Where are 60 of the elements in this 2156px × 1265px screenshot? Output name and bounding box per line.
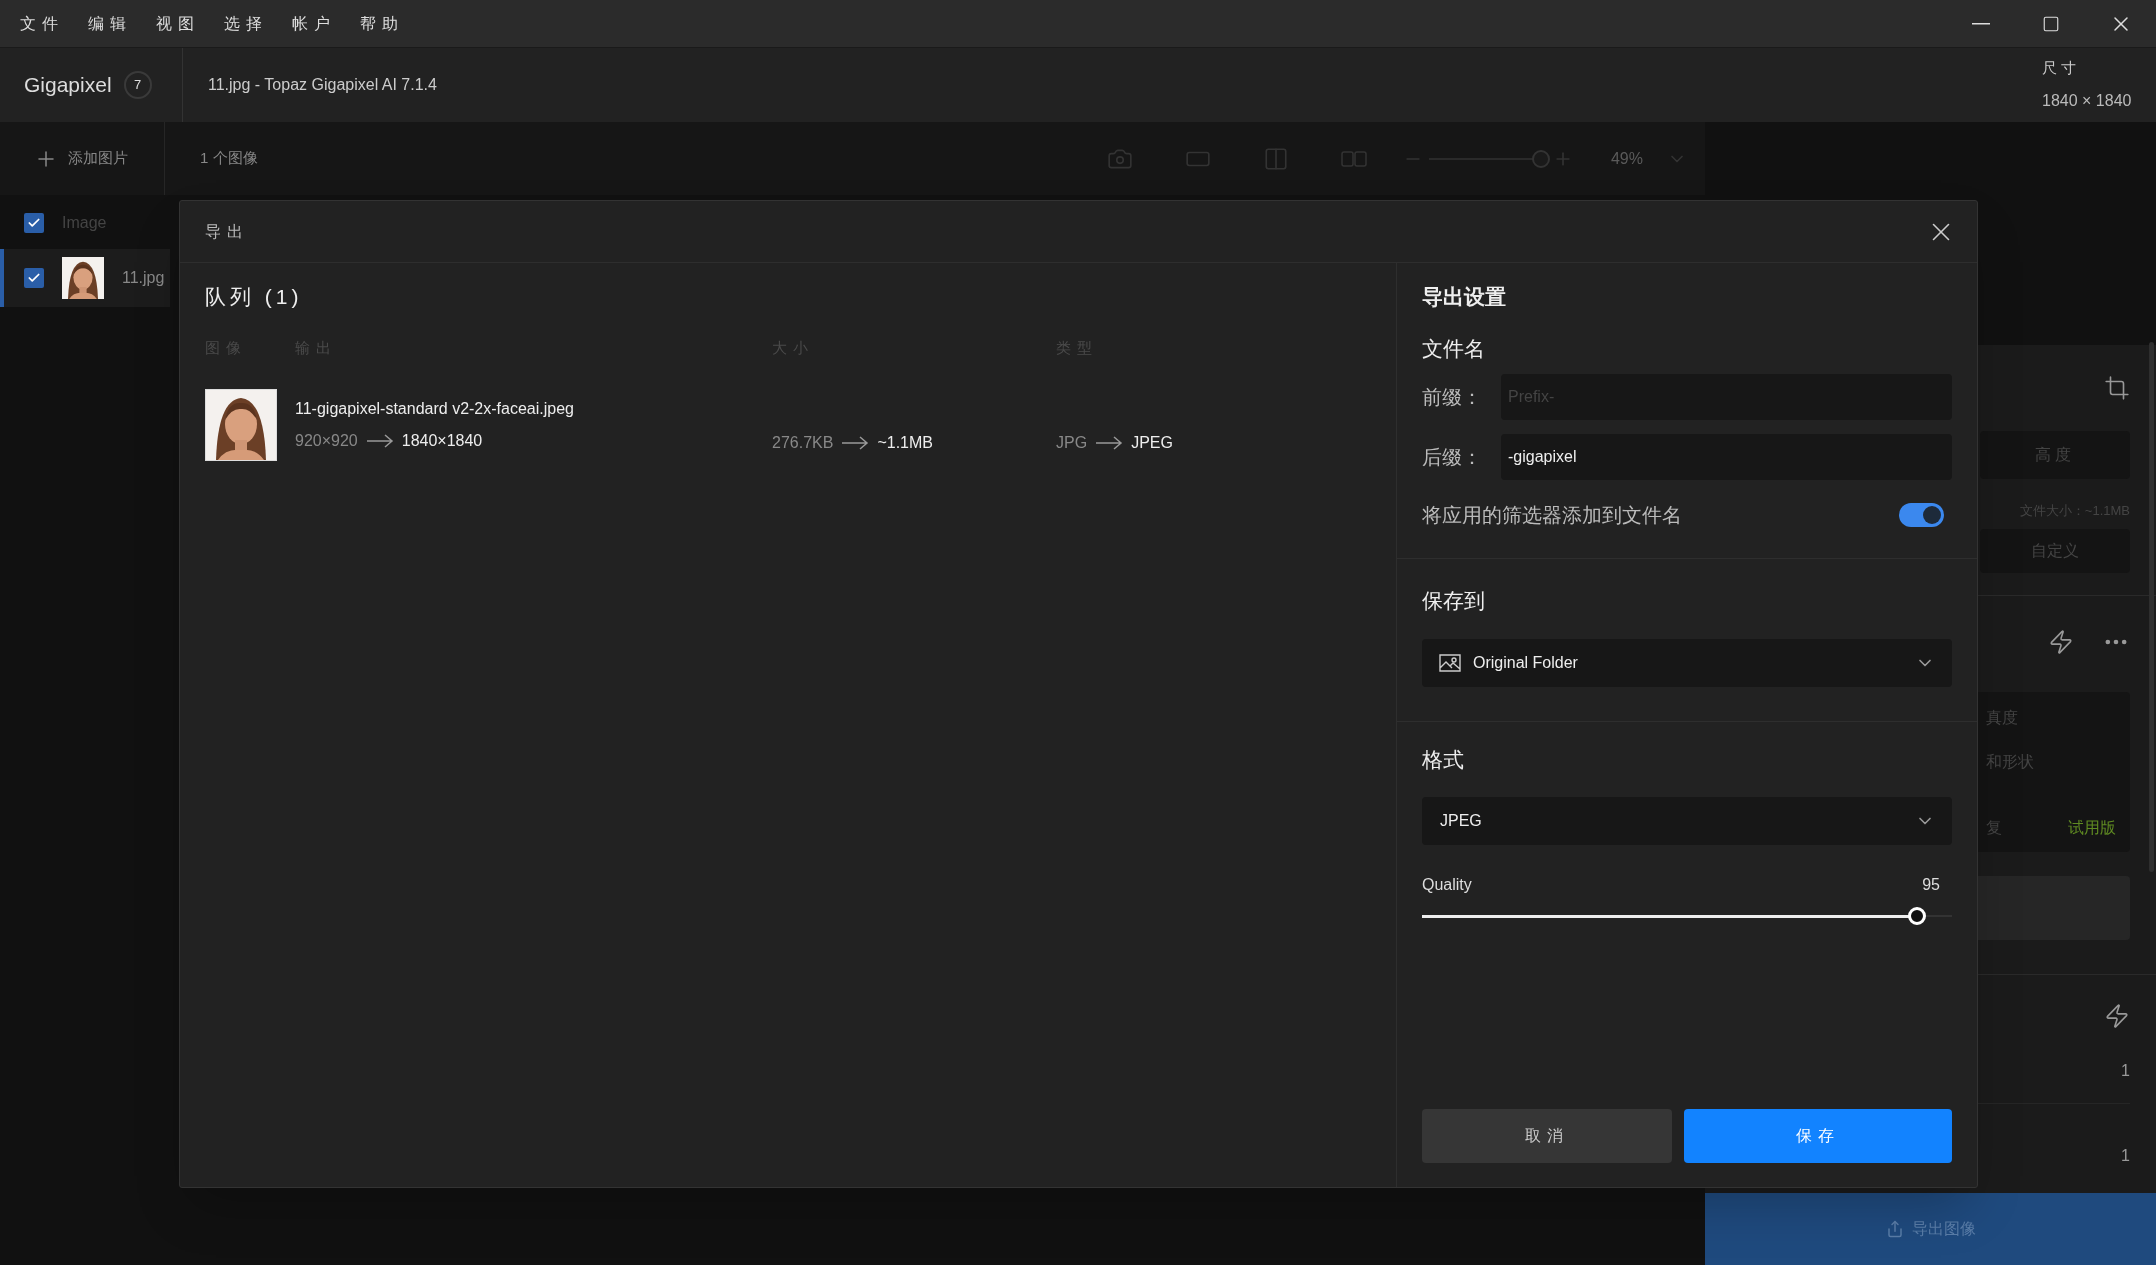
size-label: 尺寸 [2042,57,2081,78]
add-image-button[interactable]: 添加图片 [34,146,128,171]
dialog-title: 导出 [205,221,249,242]
quality-label: Quality [1422,875,1472,895]
settings-title: 导出设置 [1422,284,1507,310]
output-file-name: 11-gigapixel-standard v2-2x-faceai.jpeg [295,399,575,419]
zoom-reading: 49% [1610,148,1643,169]
image-count: 1 个图像 [200,148,258,169]
output-size: ~1.1MB [877,433,933,453]
arrow-icon [365,434,394,448]
lightning-icon[interactable] [2048,628,2074,655]
menu-item[interactable]: 文件 [20,11,64,36]
trial-label: 试用版 [2068,817,2116,838]
section-title: 格式 [1422,746,1465,773]
check-icon [27,271,41,285]
menu-item[interactable]: 帐户 [292,11,336,36]
checkbox[interactable] [24,268,44,288]
quality-slider[interactable] [1422,907,1952,925]
checkbox[interactable] [24,213,44,233]
cancel-button[interactable]: 取消 [1422,1109,1672,1163]
field-label: 后缀： [1422,445,1483,470]
menu-item[interactable]: 帮助 [360,11,404,36]
save-button[interactable]: 保存 [1684,1109,1952,1163]
toggle-switch[interactable] [1899,503,1944,527]
size-value: 1840 × 1840 [2042,91,2133,112]
window-title: 11.jpg - Topaz Gigapixel AI 7.1.4 [208,75,437,95]
image-list-item[interactable]: 11.jpg [0,249,170,307]
crop-icon[interactable] [2104,375,2130,401]
menu-item[interactable]: 选择 [224,11,268,36]
check-icon [27,216,41,230]
minimize-icon [1972,22,1990,25]
suffix-field[interactable]: -gigapixel [1501,434,1952,480]
count-value: 1 [2121,1060,2130,1081]
file-name: 11.jpg [122,268,165,288]
input-dimensions: 920×920 [295,431,358,451]
section-title: 文件名 [1422,335,1486,362]
lightning-icon[interactable] [2104,1002,2130,1029]
zoom-slider[interactable] [1428,149,1547,168]
output-dimensions: 1840×1840 [401,431,483,451]
count-value: 1 [2121,1145,2130,1166]
menu-item[interactable]: 视图 [156,11,200,36]
field-label: 前缀： [1422,385,1483,410]
app-name: Gigapixel [24,72,112,99]
image-folder-icon [1439,653,1461,672]
quality-reading: 95 [1922,875,1940,895]
scrollbar[interactable] [2149,342,2154,872]
arrow-icon [841,436,870,450]
maximize-icon [2042,14,2060,33]
output-type: JPEG [1131,433,1173,453]
input-type: JPG [1056,433,1088,453]
menu-item[interactable]: 编辑 [88,11,132,36]
save-location-dropdown[interactable]: Original Folder [1422,638,1952,687]
queue-title: 队列 (1) [205,285,303,308]
arrow-icon [1095,436,1124,450]
input-size: 276.7KB [772,433,834,453]
share-icon [1885,1220,1904,1238]
image-count-badge: 7 [123,71,152,99]
section-title: 保存到 [1422,588,1486,614]
format-dropdown[interactable]: JPEG [1422,797,1952,845]
toggle-label: 将应用的筛选器添加到文件名 [1422,503,1682,528]
